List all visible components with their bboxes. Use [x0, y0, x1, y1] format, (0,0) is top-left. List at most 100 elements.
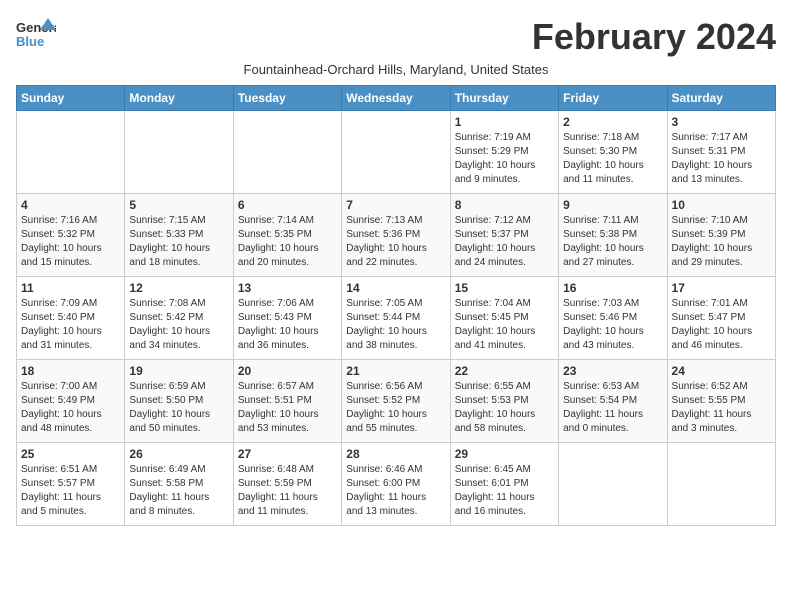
cell-content: Sunrise: 6:45 AM Sunset: 6:01 PM Dayligh… [455, 463, 554, 519]
calendar-cell: 28Sunrise: 6:46 AM Sunset: 6:00 PM Dayli… [342, 443, 450, 526]
calendar-cell: 6 Sunrise: 7:14 AM Sunset: 5:35 PM Daylig… [233, 194, 341, 277]
cell-day-number: 10 [672, 198, 771, 212]
cell-content: Sunrise: 7:04 AM Sunset: 5:45 PM Dayligh… [455, 297, 554, 353]
calendar-cell: 5 Sunrise: 7:15 AM Sunset: 5:33 PM Daylig… [125, 194, 233, 277]
cell-content: Sunrise: 6:57 AM Sunset: 5:51 PM Dayligh… [238, 380, 337, 436]
cell-content: Sunrise: 7:05 AM Sunset: 5:44 PM Dayligh… [346, 297, 445, 353]
calendar-cell: 11 Sunrise: 7:09 AM Sunset: 5:40 PM Dayli… [17, 277, 125, 360]
calendar-cell: 17Sunrise: 7:01 AM Sunset: 5:47 PM Dayli… [667, 277, 775, 360]
cell-content: Sunrise: 7:09 AM Sunset: 5:40 PM Dayligh… [21, 297, 120, 353]
calendar-cell: 29 Sunrise: 6:45 AM Sunset: 6:01 PM Dayli… [450, 443, 558, 526]
cell-content: Sunrise: 7:11 AM Sunset: 5:38 PM Dayligh… [563, 214, 662, 270]
cell-content: Sunrise: 7:13 AM Sunset: 5:36 PM Dayligh… [346, 214, 445, 270]
calendar-cell: 16 Sunrise: 7:03 AM Sunset: 5:46 PM Dayli… [559, 277, 667, 360]
cell-day-number: 23 [563, 364, 662, 378]
cell-content: Sunrise: 7:00 AM Sunset: 5:49 PM Dayligh… [21, 380, 120, 436]
calendar-week-row: 11 Sunrise: 7:09 AM Sunset: 5:40 PM Dayli… [17, 277, 776, 360]
weekday-header-thursday: Thursday [450, 86, 558, 111]
calendar-cell [125, 111, 233, 194]
cell-day-number: 7 [346, 198, 445, 212]
calendar-cell: 12 Sunrise: 7:08 AM Sunset: 5:42 PM Dayli… [125, 277, 233, 360]
subtitle: Fountainhead-Orchard Hills, Maryland, Un… [16, 62, 776, 77]
cell-day-number: 22 [455, 364, 554, 378]
cell-day-number: 4 [21, 198, 120, 212]
calendar-cell: 15 Sunrise: 7:04 AM Sunset: 5:45 PM Dayli… [450, 277, 558, 360]
cell-day-number: 1 [455, 115, 554, 129]
cell-day-number: 25 [21, 447, 120, 461]
calendar-cell: 24 Sunrise: 6:52 AM Sunset: 5:55 PM Dayli… [667, 360, 775, 443]
weekday-header-row: SundayMondayTuesdayWednesdayThursdayFrid… [17, 86, 776, 111]
cell-day-number: 2 [563, 115, 662, 129]
calendar-cell: 22 Sunrise: 6:55 AM Sunset: 5:53 PM Dayli… [450, 360, 558, 443]
cell-content: Sunrise: 7:17 AM Sunset: 5:31 PM Dayligh… [672, 131, 771, 187]
calendar-cell: 25 Sunrise: 6:51 AM Sunset: 5:57 PM Dayli… [17, 443, 125, 526]
cell-day-number: 20 [238, 364, 337, 378]
weekday-header-friday: Friday [559, 86, 667, 111]
cell-content: Sunrise: 7:12 AM Sunset: 5:37 PM Dayligh… [455, 214, 554, 270]
weekday-header-tuesday: Tuesday [233, 86, 341, 111]
calendar-cell [17, 111, 125, 194]
cell-day-number: 6 [238, 198, 337, 212]
cell-content: Sunrise: 7:14 AM Sunset: 5:35 PM Dayligh… [238, 214, 337, 270]
cell-content: Sunrise: 6:52 AM Sunset: 5:55 PM Dayligh… [672, 380, 771, 436]
cell-day-number: 5 [129, 198, 228, 212]
calendar-cell: 21 Sunrise: 6:56 AM Sunset: 5:52 PM Dayli… [342, 360, 450, 443]
cell-day-number: 12 [129, 281, 228, 295]
cell-day-number: 11 [21, 281, 120, 295]
calendar-cell: 26 Sunrise: 6:49 AM Sunset: 5:58 PM Dayli… [125, 443, 233, 526]
calendar-week-row: 25 Sunrise: 6:51 AM Sunset: 5:57 PM Dayli… [17, 443, 776, 526]
cell-day-number: 26 [129, 447, 228, 461]
calendar-cell [559, 443, 667, 526]
logo-icon: General Blue [16, 16, 56, 52]
calendar-week-row: 4 Sunrise: 7:16 AM Sunset: 5:32 PM Daylig… [17, 194, 776, 277]
cell-content: Sunrise: 7:18 AM Sunset: 5:30 PM Dayligh… [563, 131, 662, 187]
calendar-cell: 18 Sunrise: 7:00 AM Sunset: 5:49 PM Dayli… [17, 360, 125, 443]
cell-day-number: 9 [563, 198, 662, 212]
cell-day-number: 3 [672, 115, 771, 129]
cell-content: Sunrise: 6:55 AM Sunset: 5:53 PM Dayligh… [455, 380, 554, 436]
weekday-header-wednesday: Wednesday [342, 86, 450, 111]
calendar-cell: 3 Sunrise: 7:17 AM Sunset: 5:31 PM Daylig… [667, 111, 775, 194]
cell-day-number: 8 [455, 198, 554, 212]
calendar-cell: 4 Sunrise: 7:16 AM Sunset: 5:32 PM Daylig… [17, 194, 125, 277]
cell-content: Sunrise: 7:06 AM Sunset: 5:43 PM Dayligh… [238, 297, 337, 353]
cell-day-number: 16 [563, 281, 662, 295]
cell-content: Sunrise: 7:08 AM Sunset: 5:42 PM Dayligh… [129, 297, 228, 353]
calendar-cell [667, 443, 775, 526]
cell-content: Sunrise: 7:16 AM Sunset: 5:32 PM Dayligh… [21, 214, 120, 270]
cell-content: Sunrise: 6:53 AM Sunset: 5:54 PM Dayligh… [563, 380, 662, 436]
calendar-week-row: 18 Sunrise: 7:00 AM Sunset: 5:49 PM Dayli… [17, 360, 776, 443]
weekday-header-saturday: Saturday [667, 86, 775, 111]
cell-day-number: 28 [346, 447, 445, 461]
cell-day-number: 24 [672, 364, 771, 378]
calendar-cell: 23 Sunrise: 6:53 AM Sunset: 5:54 PM Dayli… [559, 360, 667, 443]
cell-content: Sunrise: 7:19 AM Sunset: 5:29 PM Dayligh… [455, 131, 554, 187]
cell-day-number: 18 [21, 364, 120, 378]
cell-content: Sunrise: 6:49 AM Sunset: 5:58 PM Dayligh… [129, 463, 228, 519]
svg-text:Blue: Blue [16, 34, 44, 49]
calendar-cell: 10Sunrise: 7:10 AM Sunset: 5:39 PM Dayli… [667, 194, 775, 277]
calendar-cell [233, 111, 341, 194]
calendar-table: SundayMondayTuesdayWednesdayThursdayFrid… [16, 85, 776, 526]
cell-content: Sunrise: 6:51 AM Sunset: 5:57 PM Dayligh… [21, 463, 120, 519]
calendar-cell: 2 Sunrise: 7:18 AM Sunset: 5:30 PM Daylig… [559, 111, 667, 194]
calendar-cell: 1 Sunrise: 7:19 AM Sunset: 5:29 PM Daylig… [450, 111, 558, 194]
calendar-cell: 13Sunrise: 7:06 AM Sunset: 5:43 PM Dayli… [233, 277, 341, 360]
weekday-header-sunday: Sunday [17, 86, 125, 111]
cell-content: Sunrise: 7:15 AM Sunset: 5:33 PM Dayligh… [129, 214, 228, 270]
weekday-header-monday: Monday [125, 86, 233, 111]
calendar-cell: 19Sunrise: 6:59 AM Sunset: 5:50 PM Dayli… [125, 360, 233, 443]
logo: General Blue [16, 16, 56, 52]
cell-day-number: 14 [346, 281, 445, 295]
cell-day-number: 21 [346, 364, 445, 378]
cell-content: Sunrise: 6:48 AM Sunset: 5:59 PM Dayligh… [238, 463, 337, 519]
cell-content: Sunrise: 7:03 AM Sunset: 5:46 PM Dayligh… [563, 297, 662, 353]
month-title: February 2024 [56, 16, 776, 58]
cell-content: Sunrise: 7:01 AM Sunset: 5:47 PM Dayligh… [672, 297, 771, 353]
cell-day-number: 27 [238, 447, 337, 461]
cell-day-number: 15 [455, 281, 554, 295]
cell-content: Sunrise: 6:56 AM Sunset: 5:52 PM Dayligh… [346, 380, 445, 436]
page-header: General Blue February 2024 [16, 16, 776, 58]
calendar-cell: 7 Sunrise: 7:13 AM Sunset: 5:36 PM Daylig… [342, 194, 450, 277]
cell-day-number: 29 [455, 447, 554, 461]
